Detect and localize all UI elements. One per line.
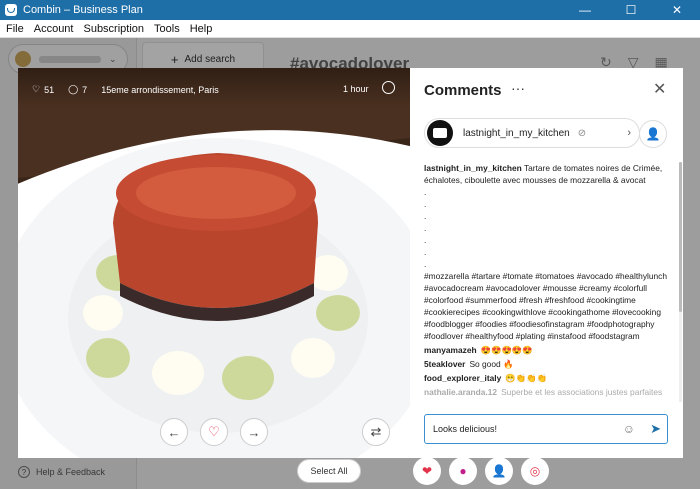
- comment-user[interactable]: manyamazeh: [424, 344, 477, 356]
- emoji-icon[interactable]: ☺: [623, 422, 635, 436]
- menu-help[interactable]: Help: [190, 23, 213, 35]
- comments-title: Comments: [424, 82, 502, 99]
- author-name: lastnight_in_my_kitchen: [463, 127, 570, 139]
- comment-text: So good 🔥: [469, 359, 514, 369]
- repost-icon: ⇄: [370, 424, 382, 439]
- comment-user[interactable]: lastnight_in_my_kitchen: [424, 163, 522, 173]
- comment-text: 😁👏👏👏: [505, 373, 547, 383]
- list-item: 5teaklover So good 🔥: [424, 358, 668, 370]
- comment-user[interactable]: food_explorer_italy: [424, 372, 501, 384]
- menu-subscription[interactable]: Subscription: [83, 23, 144, 35]
- follow-user-button[interactable]: 👤: [639, 120, 667, 148]
- list-item: manyamazeh 😍😍😍😍😍: [424, 344, 668, 356]
- likes-count: 51: [44, 84, 55, 95]
- food-photo-image: [18, 68, 410, 458]
- comments-scrollbar[interactable]: [679, 162, 682, 402]
- comments-count: 7: [82, 84, 88, 95]
- comment-user[interactable]: nathalie.aranda.12: [424, 386, 497, 398]
- comment-input-box: ☺ ➤: [424, 414, 668, 444]
- heart-outline-icon: ♡: [32, 84, 41, 94]
- repost-button[interactable]: ⇄: [362, 418, 390, 446]
- comment-input[interactable]: [433, 424, 613, 434]
- window-title: Combin – Business Plan: [23, 4, 143, 16]
- like-action-button[interactable]: ❤: [413, 457, 441, 485]
- story-ring-icon[interactable]: [382, 81, 395, 94]
- post-stats: ♡ 51 ◯ 7 15eme arrondissement, Paris: [32, 84, 219, 95]
- minimize-button[interactable]: —: [562, 0, 608, 20]
- add-user-icon: 👤: [645, 127, 661, 141]
- comment-action-button[interactable]: ●: [449, 457, 477, 485]
- arrow-left-icon: ←: [167, 424, 181, 440]
- post-location: 15eme arrondissement, Paris: [101, 84, 219, 95]
- chevron-right-icon: ›: [627, 127, 631, 139]
- scrollbar-thumb[interactable]: [679, 162, 682, 312]
- menu-account[interactable]: Account: [34, 23, 74, 35]
- post-photo: ♡ 51 ◯ 7 15eme arrondissement, Paris 1 h…: [18, 68, 410, 458]
- close-window-button[interactable]: ✕: [654, 0, 700, 20]
- title-bar: Combin – Business Plan — ☐ ✕: [0, 0, 700, 20]
- comment-text: Superbe et les associations justes parfa…: [501, 387, 663, 397]
- next-post-button[interactable]: →: [240, 418, 268, 446]
- comment-text: 😍😍😍😍😍: [480, 345, 533, 355]
- menu-file[interactable]: File: [6, 23, 24, 35]
- heart-icon: ♡: [208, 424, 220, 439]
- comment-icon: ◯: [68, 84, 79, 94]
- list-item: nathalie.aranda.12 Superbe et les associa…: [424, 386, 668, 398]
- post-time: 1 hour: [343, 84, 369, 94]
- comment-text: Tartare de tomates noires de Crimée, éch…: [424, 163, 668, 341]
- close-icon[interactable]: ✕: [653, 79, 666, 99]
- comment-list: lastnight_in_my_kitchen Tartare de tomat…: [424, 162, 668, 402]
- bottom-action-bar: Select All ❤ ● 👤 ◎: [297, 457, 549, 485]
- previous-post-button[interactable]: ←: [160, 418, 188, 446]
- author-avatar: [427, 120, 453, 146]
- author-pill[interactable]: lastnight_in_my_kitchen ⊘ ›: [424, 118, 640, 148]
- maximize-button[interactable]: ☐: [608, 0, 654, 20]
- comments-panel: Comments ··· ✕ lastnight_in_my_kitchen ⊘…: [410, 68, 683, 458]
- arrow-right-icon: →: [247, 424, 261, 440]
- menu-bar: File Account Subscription Tools Help: [0, 20, 700, 38]
- list-item: lastnight_in_my_kitchen Tartare de tomat…: [424, 162, 668, 342]
- comment-user[interactable]: 5teaklover: [424, 358, 465, 370]
- more-options-icon[interactable]: ···: [511, 80, 525, 96]
- menu-tools[interactable]: Tools: [154, 23, 180, 35]
- send-icon[interactable]: ➤: [650, 421, 661, 437]
- like-post-button[interactable]: ♡: [200, 418, 228, 446]
- app-logo-icon: [5, 4, 17, 16]
- list-item: food_explorer_italy 😁👏👏👏: [424, 372, 668, 384]
- repost-action-button[interactable]: ◎: [521, 457, 549, 485]
- follow-action-button[interactable]: 👤: [485, 457, 513, 485]
- block-icon[interactable]: ⊘: [578, 128, 586, 139]
- select-all-button[interactable]: Select All: [297, 459, 361, 483]
